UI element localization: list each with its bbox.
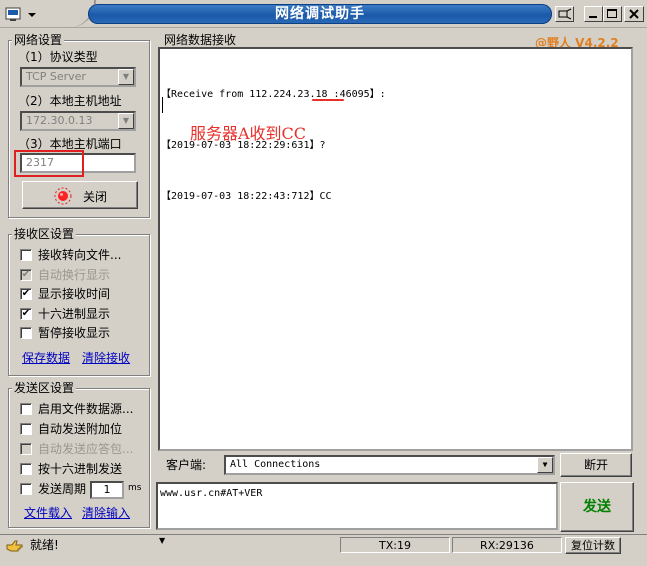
recv-option-label: 暂停接收显示: [38, 326, 111, 341]
host-select: 172.30.0.13 ▼: [20, 111, 136, 131]
recv-option-checkbox[interactable]: [20, 249, 32, 261]
send-option-label: 发送周期: [38, 482, 87, 496]
send-option-checkbox[interactable]: [20, 423, 32, 435]
host-label: （2）本地主机地址: [18, 94, 122, 108]
recv-option-checkbox[interactable]: [20, 327, 32, 340]
send-option-checkbox[interactable]: [20, 403, 32, 415]
client-label: 客户端:: [166, 458, 207, 472]
maximize-icon: [607, 9, 617, 18]
restore-icon: [558, 8, 572, 20]
send-textarea[interactable]: www.usr.cn#AT+VER: [156, 482, 558, 530]
close-button[interactable]: [624, 6, 644, 22]
annotation-underline: [312, 99, 344, 101]
protocol-label: （1）协议类型: [18, 50, 98, 64]
close-icon: [628, 9, 639, 19]
minimize-icon: [589, 16, 597, 18]
window-title: 网络调试助手: [275, 6, 365, 22]
port-label: （3）本地主机端口: [18, 137, 122, 151]
app-icon: [5, 7, 36, 21]
recv-option-checkbox[interactable]: ✔: [20, 307, 32, 320]
recv-option-label: 十六进制显示: [38, 306, 111, 321]
client-select[interactable]: All Connections ▼: [224, 455, 555, 475]
send-option-label: 自动发送附加位: [38, 422, 123, 436]
clear-recv-link[interactable]: 清除接收: [82, 351, 130, 365]
tx-counter: TX:19: [340, 537, 450, 553]
protocol-select: TCP Server ▼: [20, 67, 136, 87]
system-menu[interactable]: [4, 5, 40, 23]
save-data-link[interactable]: 保存数据: [22, 351, 70, 365]
reset-count-button[interactable]: 复位计数: [565, 537, 621, 554]
close-server-button[interactable]: 关闭: [22, 181, 138, 209]
chevron-down-icon: ▼: [118, 69, 134, 85]
status-light-icon: [54, 187, 72, 205]
host-value: 172.30.0.13: [26, 114, 93, 127]
annotation-text: 服务器A收到CC: [190, 124, 307, 143]
recv-area-legend: 网络数据接收: [162, 33, 239, 47]
send-option-label: 自动发送应答包...: [38, 442, 134, 456]
chevron-down-icon: ▼: [537, 457, 553, 473]
clear-input-link[interactable]: 清除输入: [82, 506, 130, 520]
status-text: 就绪!: [30, 538, 59, 552]
send-option-checkbox: [20, 443, 32, 455]
recv-line: 【Receive from 112.224.23.18 :46095】:: [161, 89, 386, 100]
send-option-checkbox[interactable]: [20, 483, 32, 495]
disconnect-button[interactable]: 断开: [560, 453, 632, 477]
period-unit: ms: [128, 483, 142, 493]
client-value: All Connections: [230, 459, 321, 470]
port-highlight: [14, 150, 84, 177]
recv-settings-legend: 接收区设置: [12, 227, 77, 241]
recv-option-label: 接收转向文件...: [38, 248, 122, 262]
recv-option-label: 自动换行显示: [38, 267, 111, 282]
recv-line: 【2019-07-03 18:22:43:712】CC: [161, 191, 332, 202]
status-grip-icon: ▼: [159, 536, 166, 545]
close-server-label: 关闭: [83, 190, 108, 204]
send-option-label: 启用文件数据源...: [38, 402, 134, 416]
send-option-label: 按十六进制发送: [38, 462, 123, 476]
send-button[interactable]: 发送: [560, 482, 634, 532]
hand-icon: [6, 540, 23, 552]
status-divider: [0, 534, 647, 535]
rx-counter: RX:29136: [452, 537, 562, 553]
chevron-down-icon: ▼: [118, 113, 134, 129]
send-option-checkbox[interactable]: [20, 463, 32, 475]
recv-option-checkbox: ✔: [20, 268, 32, 281]
send-settings-legend: 发送区设置: [12, 381, 77, 395]
restore-button[interactable]: [555, 6, 574, 22]
net-settings-legend: 网络设置: [12, 33, 65, 47]
protocol-value: TCP Server: [26, 70, 86, 83]
recv-option-label: 显示接收时间: [38, 287, 111, 302]
maximize-button[interactable]: [603, 6, 622, 22]
load-file-link[interactable]: 文件载入: [24, 506, 72, 520]
period-input[interactable]: 1: [90, 481, 124, 499]
recv-option-checkbox[interactable]: ✔: [20, 288, 32, 301]
minimize-button[interactable]: [584, 6, 603, 22]
